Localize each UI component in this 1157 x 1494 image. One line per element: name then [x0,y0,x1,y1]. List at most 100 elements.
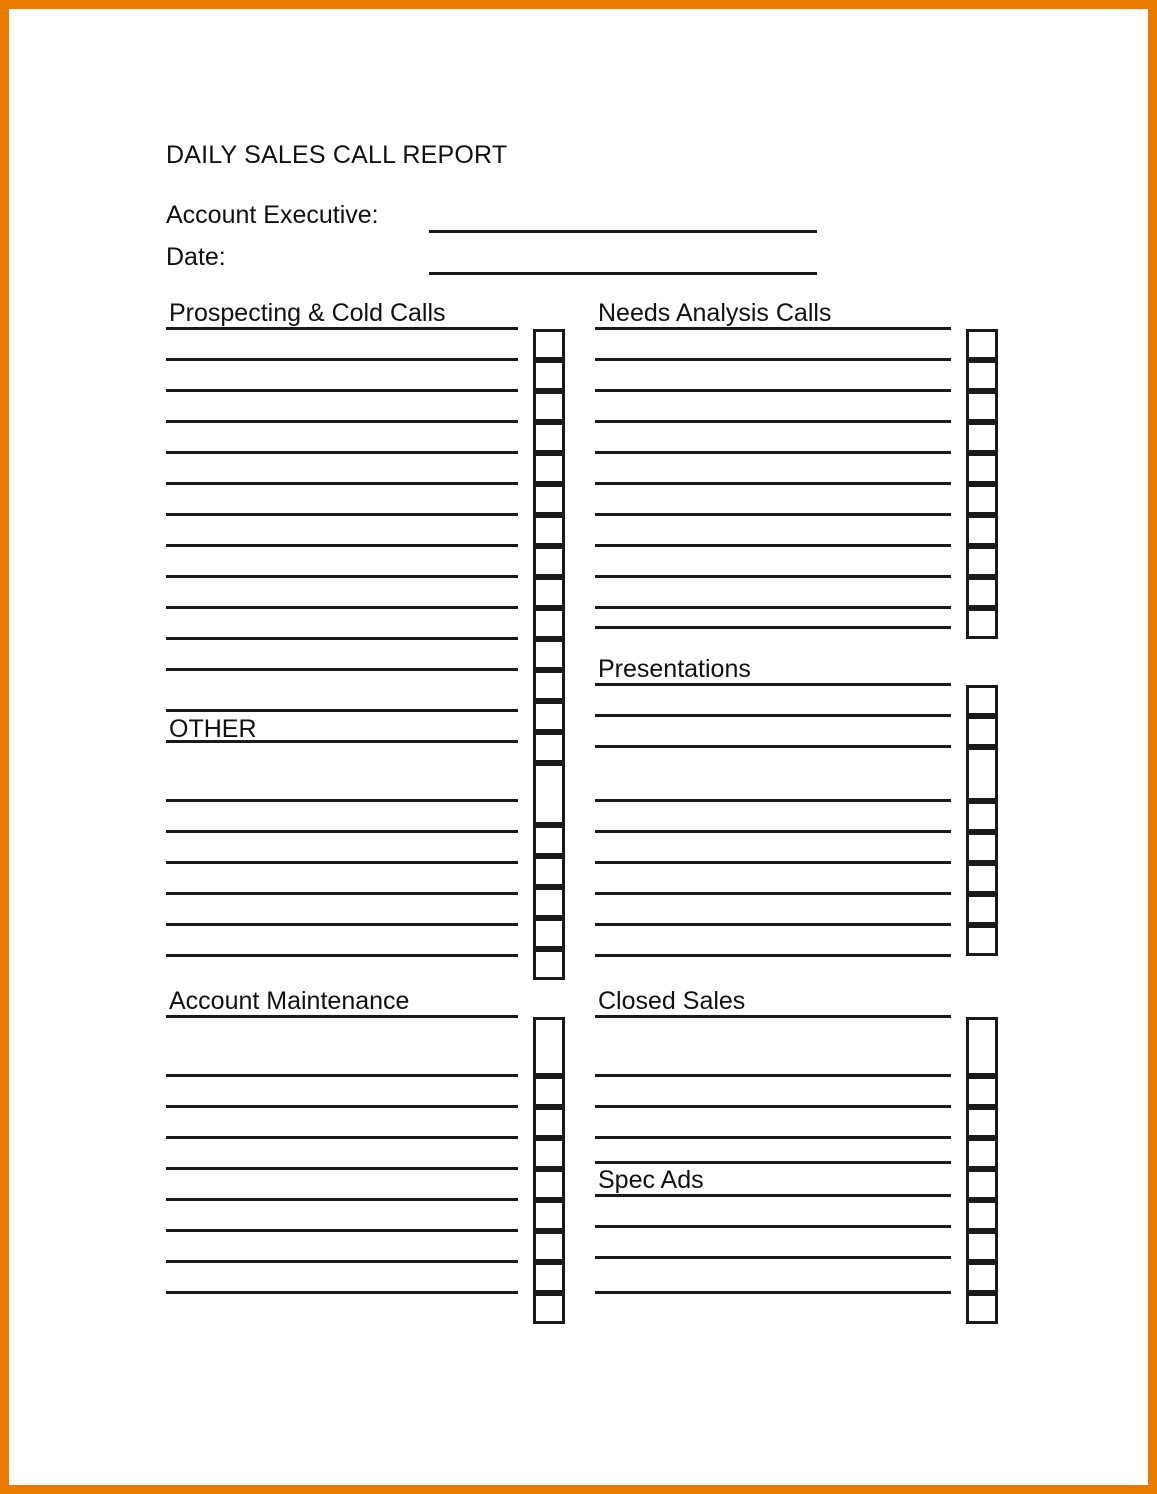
checkbox[interactable] [533,825,565,856]
checkbox[interactable] [966,546,998,577]
checkbox[interactable] [533,1076,565,1107]
checkbox[interactable] [966,360,998,391]
checkbox[interactable] [966,1231,998,1262]
checkbox[interactable] [966,422,998,453]
checkbox[interactable] [966,484,998,515]
checkbox[interactable] [533,1107,565,1138]
write-in-line[interactable] [595,1136,951,1139]
write-in-line[interactable] [166,1015,518,1018]
write-in-line[interactable] [595,714,951,717]
checkbox[interactable] [966,925,998,956]
checkbox[interactable] [533,1138,565,1169]
write-in-line[interactable] [595,683,951,686]
checkbox[interactable] [966,577,998,608]
date-field[interactable] [429,272,817,275]
checkbox[interactable] [966,1200,998,1231]
checkbox[interactable] [533,453,565,484]
write-in-line[interactable] [166,1074,518,1077]
write-in-line[interactable] [166,709,518,712]
write-in-line[interactable] [595,1225,951,1228]
write-in-line[interactable] [595,606,951,609]
write-in-line[interactable] [595,1074,951,1077]
write-in-line[interactable] [166,1105,518,1108]
write-in-line[interactable] [595,389,951,392]
write-in-line[interactable] [595,1015,951,1018]
write-in-line[interactable] [166,420,518,423]
checkbox[interactable] [966,515,998,546]
write-in-line[interactable] [166,1198,518,1201]
write-in-line[interactable] [166,923,518,926]
checkbox[interactable] [966,832,998,863]
checkbox[interactable] [966,608,998,639]
write-in-line[interactable] [595,745,951,748]
checkbox[interactable] [533,1231,565,1262]
checkbox[interactable] [533,422,565,453]
write-in-line[interactable] [595,358,951,361]
write-in-line[interactable] [166,1229,518,1232]
write-in-line[interactable] [595,420,951,423]
checkbox[interactable] [966,1169,998,1200]
checkbox[interactable] [533,391,565,422]
write-in-line[interactable] [595,327,951,330]
checkbox[interactable] [533,701,565,732]
checkbox[interactable] [966,391,998,422]
checkbox[interactable] [966,1138,998,1169]
checkbox[interactable] [533,484,565,515]
checkbox[interactable] [533,887,565,918]
write-in-line[interactable] [595,1161,951,1164]
write-in-line[interactable] [595,544,951,547]
checkbox[interactable] [533,670,565,701]
checkbox[interactable] [966,1107,998,1138]
checkbox[interactable] [966,894,998,925]
write-in-line[interactable] [595,1194,951,1197]
checkbox[interactable] [533,1169,565,1200]
account-executive-field[interactable] [429,230,817,233]
checkbox[interactable] [533,360,565,391]
checkbox[interactable] [966,685,998,716]
checkbox[interactable] [533,515,565,546]
write-in-line[interactable] [166,606,518,609]
write-in-line[interactable] [595,923,951,926]
write-in-line[interactable] [166,1167,518,1170]
write-in-line[interactable] [166,1260,518,1263]
checkbox[interactable] [533,546,565,577]
checkbox[interactable] [533,949,565,980]
write-in-line[interactable] [166,1291,518,1294]
write-in-line[interactable] [595,451,951,454]
checkbox[interactable] [966,1262,998,1293]
write-in-line[interactable] [166,389,518,392]
checkbox[interactable] [533,1200,565,1231]
write-in-line[interactable] [166,668,518,671]
checkbox[interactable] [533,732,565,763]
write-in-line[interactable] [166,740,518,743]
write-in-line[interactable] [595,861,951,864]
checkbox[interactable] [533,763,565,825]
checkbox[interactable] [966,716,998,747]
checkbox[interactable] [966,747,998,801]
write-in-line[interactable] [166,451,518,454]
checkbox[interactable] [533,608,565,639]
checkbox[interactable] [966,1293,998,1324]
write-in-line[interactable] [166,482,518,485]
write-in-line[interactable] [595,1291,951,1294]
write-in-line[interactable] [166,830,518,833]
write-in-line[interactable] [595,513,951,516]
write-in-line[interactable] [595,799,951,802]
write-in-line[interactable] [166,1136,518,1139]
write-in-line[interactable] [166,799,518,802]
write-in-line[interactable] [595,830,951,833]
write-in-line[interactable] [166,861,518,864]
checkbox[interactable] [533,856,565,887]
write-in-line[interactable] [595,575,951,578]
write-in-line[interactable] [595,954,951,957]
write-in-line[interactable] [166,892,518,895]
checkbox[interactable] [533,918,565,949]
checkbox[interactable] [533,1293,565,1324]
write-in-line[interactable] [595,892,951,895]
write-in-line[interactable] [166,637,518,640]
write-in-line[interactable] [166,358,518,361]
write-in-line[interactable] [166,513,518,516]
checkbox[interactable] [966,1017,998,1076]
checkbox[interactable] [966,863,998,894]
checkbox[interactable] [533,577,565,608]
